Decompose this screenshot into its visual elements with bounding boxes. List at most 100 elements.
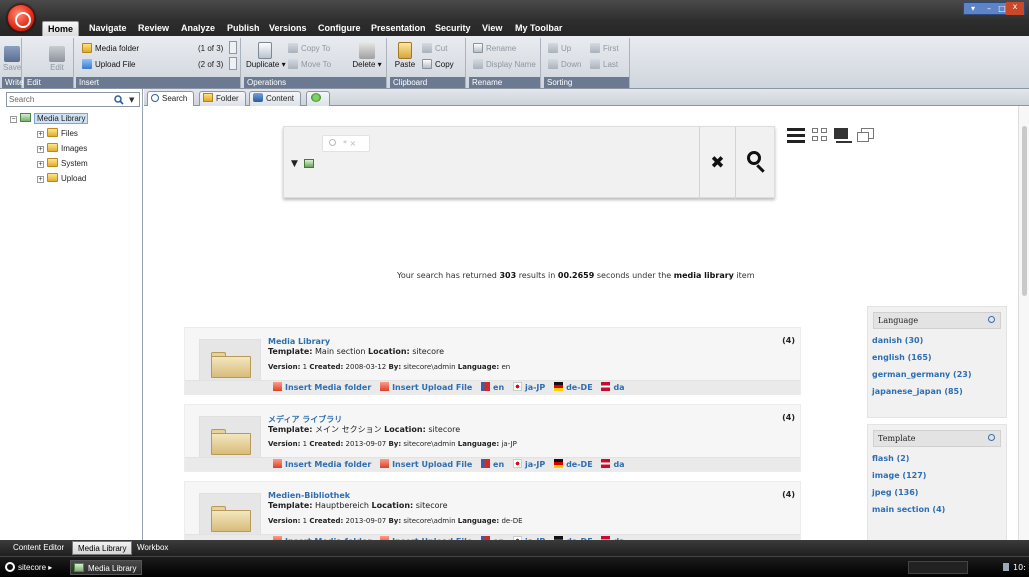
menu-tab-navigate[interactable]: Navigate <box>84 21 132 36</box>
tree-item-images[interactable]: + Images <box>37 143 87 153</box>
minimize-icon[interactable]: ▾ <box>966 4 980 14</box>
tree-item-system[interactable]: + System <box>37 158 88 168</box>
restore-icon[interactable]: – <box>982 4 996 14</box>
detail-view-icon[interactable] <box>834 128 852 144</box>
menu-tab-review[interactable]: Review <box>133 21 174 36</box>
cut-button[interactable]: Cut <box>422 43 447 53</box>
thumbnail-view-icon[interactable] <box>857 128 875 144</box>
expand-icon[interactable]: + <box>37 146 44 153</box>
facet-item[interactable]: jpeg (136) <box>868 486 1006 503</box>
vertical-scrollbar[interactable] <box>1018 106 1029 540</box>
start-button[interactable]: sitecore ▸ <box>2 560 57 575</box>
language-ja-link[interactable]: ja-JP <box>512 459 545 469</box>
insert-media-folder-link[interactable]: Insert Media folder <box>273 459 371 469</box>
chevron-down-icon[interactable]: ▼ <box>129 96 134 104</box>
tab-folder[interactable]: Folder <box>199 91 246 106</box>
facet-header: Template <box>873 430 1001 447</box>
close-icon[interactable]: x <box>1006 2 1024 15</box>
folder-thumbnail <box>199 493 261 540</box>
search-icon <box>151 94 159 102</box>
rename-button[interactable]: Rename <box>473 43 516 53</box>
language-ja-link[interactable]: ja-JP <box>512 382 545 392</box>
paste-button[interactable]: Paste <box>394 42 416 69</box>
expand-icon[interactable]: + <box>37 161 44 168</box>
media-library-icon <box>20 113 31 122</box>
search-button[interactable] <box>735 127 775 199</box>
menu-tab-view[interactable]: View <box>477 21 507 36</box>
caret-down-icon[interactable]: ▼ <box>291 159 298 169</box>
language-en-link[interactable]: en <box>481 382 504 392</box>
result-title[interactable]: Medien-Bibliothek <box>268 491 350 500</box>
result-card[interactable]: メディア ライブラリ Template: メイン セクション Location:… <box>184 404 801 472</box>
sort-up-button[interactable]: Up <box>548 43 571 53</box>
search-content-area: ▼ * × ✖ Your search has returned 303 res… <box>144 106 1029 540</box>
list-view-icon[interactable] <box>787 128 805 144</box>
sort-down-button[interactable]: Down <box>548 59 581 69</box>
copy-to-button[interactable]: Copy To <box>288 43 330 53</box>
menu-tab-publish[interactable]: Publish <box>222 21 265 36</box>
menu-tab-my-toolbar[interactable]: My Toolbar <box>510 21 567 36</box>
menu-tab-presentation[interactable]: Presentation <box>366 21 431 36</box>
facet-item[interactable]: main section (4) <box>868 503 1006 520</box>
app-tab-workbox[interactable]: Workbox <box>132 541 173 555</box>
copy-button[interactable]: Copy <box>422 59 454 69</box>
menu-tab-home[interactable]: Home <box>42 21 80 36</box>
folder-icon <box>203 93 213 102</box>
app-tab-content-editor[interactable]: Content Editor <box>8 541 69 555</box>
insert-upload-file-link[interactable]: Insert Upload File <box>380 459 472 469</box>
language-da-link[interactable]: da <box>601 382 625 392</box>
facet-item[interactable]: german_germany (23) <box>868 368 1006 385</box>
facet-item[interactable]: japanese_japan (85) <box>868 385 1006 402</box>
facet-item[interactable]: english (165) <box>868 351 1006 368</box>
media-folder-button[interactable]: Media folder <box>82 43 139 53</box>
tree-item-files[interactable]: + Files <box>37 128 78 138</box>
sort-last-button[interactable]: Last <box>590 59 618 69</box>
menu-tab-versions[interactable]: Versions <box>264 21 312 36</box>
tree-item-upload[interactable]: + Upload <box>37 173 86 183</box>
result-card[interactable]: Medien-Bibliothek Template: Hauptbereich… <box>184 481 801 540</box>
tree-item-media-library[interactable]: − Media Library <box>10 113 89 124</box>
save-button[interactable]: Save <box>3 46 21 72</box>
language-de-link[interactable]: de-DE <box>554 459 593 469</box>
expand-icon[interactable]: + <box>37 131 44 138</box>
insert-media-folder-link[interactable]: Insert Media folder <box>273 382 371 392</box>
move-to-button[interactable]: Move To <box>288 59 331 69</box>
search-query-input[interactable]: * × <box>322 135 370 152</box>
language-da-link[interactable]: da <box>601 459 625 469</box>
sort-first-button[interactable]: First <box>590 43 619 53</box>
upload-file-button[interactable]: Upload File <box>82 59 135 69</box>
scrollbar-thumb[interactable] <box>1022 126 1027 296</box>
menu-tab-configure[interactable]: Configure <box>313 21 366 36</box>
tab-search[interactable]: Search <box>147 91 195 106</box>
facet-item[interactable]: flash (2) <box>868 452 1006 469</box>
insert-upload-file-link[interactable]: Insert Upload File <box>380 382 472 392</box>
clear-search-button[interactable]: ✖ <box>699 127 735 199</box>
sitecore-logo-icon[interactable] <box>7 4 35 32</box>
japan-flag-icon <box>512 459 522 468</box>
search-icon[interactable] <box>988 316 995 323</box>
insert-scroll-up[interactable] <box>229 41 237 54</box>
taskbar-item-media-library[interactable]: Media Library <box>70 560 143 575</box>
menu-tab-analyze[interactable]: Analyze <box>176 21 220 36</box>
insert-scroll-down[interactable] <box>229 57 237 70</box>
delete-button[interactable]: Delete ▾ <box>350 42 384 69</box>
search-icon[interactable] <box>988 434 995 441</box>
grid-view-icon[interactable] <box>812 128 828 142</box>
menu-tab-security[interactable]: Security <box>430 21 476 36</box>
duplicate-button[interactable]: Duplicate ▾ <box>246 42 286 69</box>
tab-content[interactable]: Content <box>249 91 302 106</box>
display-name-button[interactable]: Display Name <box>473 59 536 69</box>
result-card[interactable]: Media Library Template: Main section Loc… <box>184 327 801 395</box>
result-title[interactable]: Media Library <box>268 337 330 346</box>
edit-button[interactable]: Edit <box>46 46 68 72</box>
facet-item[interactable]: danish (30) <box>868 334 1006 351</box>
tab-add[interactable] <box>306 91 330 106</box>
language-en-link[interactable]: en <box>481 459 504 469</box>
collapse-icon[interactable]: − <box>10 116 17 123</box>
language-de-link[interactable]: de-DE <box>554 382 593 392</box>
search-icon[interactable] <box>114 95 124 105</box>
ribbon: Save Write Edit Edit Media folder (1 of … <box>0 36 1029 89</box>
facet-item[interactable]: image (127) <box>868 469 1006 486</box>
expand-icon[interactable]: + <box>37 176 44 183</box>
app-tab-media-library[interactable]: Media Library <box>72 541 133 555</box>
